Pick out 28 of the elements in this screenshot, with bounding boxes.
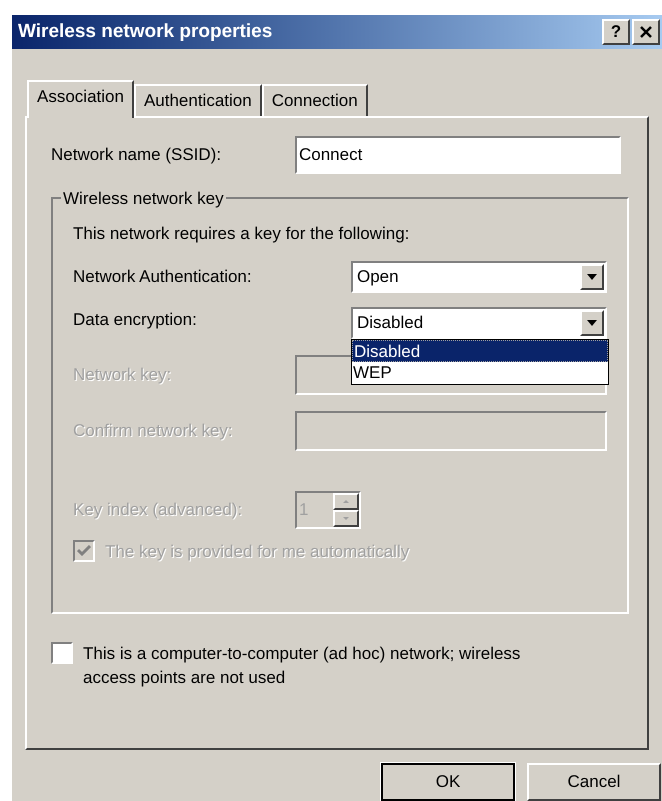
help-button[interactable]: ? bbox=[602, 18, 630, 45]
tab[interactable]: Authentication bbox=[134, 84, 262, 116]
dialog-button[interactable]: OK bbox=[381, 763, 515, 801]
tab[interactable]: Association bbox=[27, 80, 134, 118]
window-title: Wireless network properties bbox=[18, 20, 272, 44]
field-label: Data encryption: bbox=[73, 310, 197, 329]
close-button[interactable] bbox=[632, 18, 660, 45]
down-arrow-icon bbox=[343, 516, 349, 520]
caret-icon bbox=[587, 274, 597, 280]
up-arrow-icon bbox=[343, 500, 349, 503]
checkbox[interactable] bbox=[51, 642, 73, 664]
check-icon bbox=[77, 545, 91, 558]
field-label: Network name (SSID): bbox=[51, 144, 222, 164]
group-title: Wireless network key bbox=[62, 188, 225, 210]
dropdown-arrow-button[interactable] bbox=[580, 310, 604, 336]
dropdown-option[interactable]: Disabled bbox=[352, 340, 608, 362]
dropdown-option[interactable]: WEP bbox=[352, 362, 608, 384]
dialog-button[interactable]: Cancel bbox=[527, 763, 661, 801]
dropdown[interactable]: Disabled bbox=[351, 306, 607, 339]
intro-text: This network requires a key for the following: bbox=[73, 223, 410, 246]
tab[interactable]: Connection bbox=[262, 84, 368, 116]
ssid-field[interactable]: Connect bbox=[295, 136, 621, 174]
dropdown[interactable]: Open bbox=[351, 260, 607, 293]
caret-icon bbox=[587, 320, 597, 326]
checkbox-label: This is a computer-to-computer (ad hoc) network; wireless access points are not used bbox=[83, 642, 522, 689]
dropdown-arrow-button[interactable] bbox=[580, 264, 604, 290]
field-label: Network Authentication: bbox=[73, 266, 252, 286]
close-icon bbox=[640, 26, 652, 38]
